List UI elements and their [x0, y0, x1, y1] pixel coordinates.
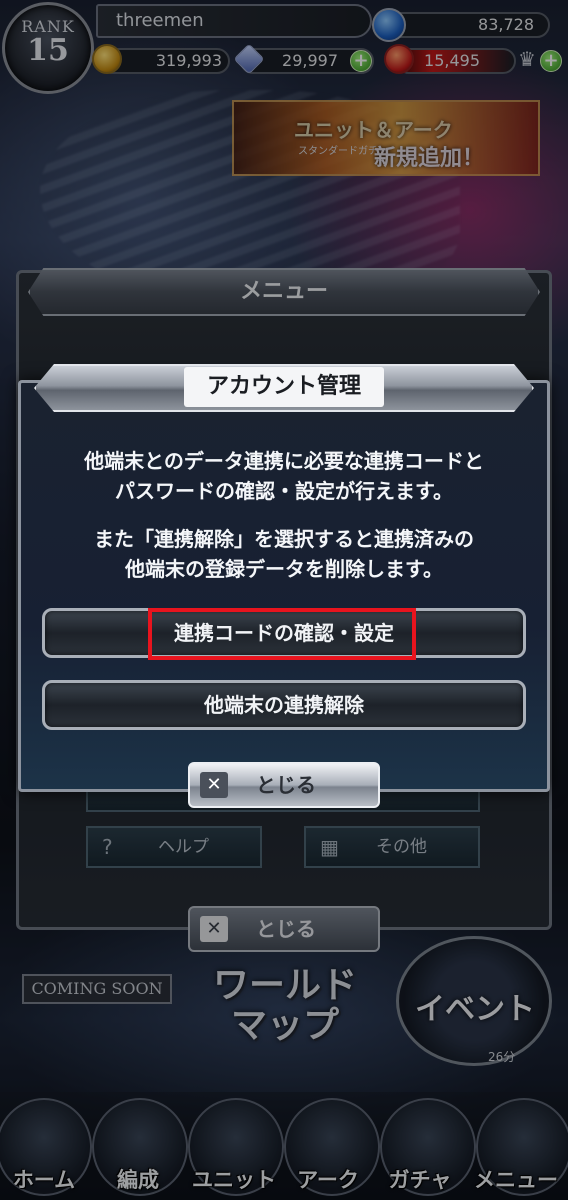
confirm-link-code-button[interactable]: 連携コードの確認・設定: [42, 608, 526, 658]
dialog-description-2: また「連携解除」を選択すると連携済みの 他端末の登録データを削除します。: [30, 524, 538, 584]
description-2-line2: 他端末の登録データを削除します。: [125, 557, 443, 581]
dialog-close-label: とじる: [256, 773, 316, 797]
unlink-device-button[interactable]: 他端末の連携解除: [42, 680, 526, 730]
account-dialog: [18, 380, 550, 792]
dialog-title: アカウント管理: [184, 367, 384, 407]
description-1-line2: パスワードの確認・設定が行えます。: [115, 479, 453, 503]
close-icon: ✕: [200, 772, 228, 798]
description-2-line1: また「連携解除」を選択すると連携済みの: [94, 527, 474, 551]
description-1-line1: 他端末とのデータ連携に必要な連携コードと: [84, 449, 484, 473]
dialog-description-1: 他端末とのデータ連携に必要な連携コードと パスワードの確認・設定が行えます。: [30, 446, 538, 506]
dialog-close-button[interactable]: ✕ とじる: [188, 762, 380, 808]
